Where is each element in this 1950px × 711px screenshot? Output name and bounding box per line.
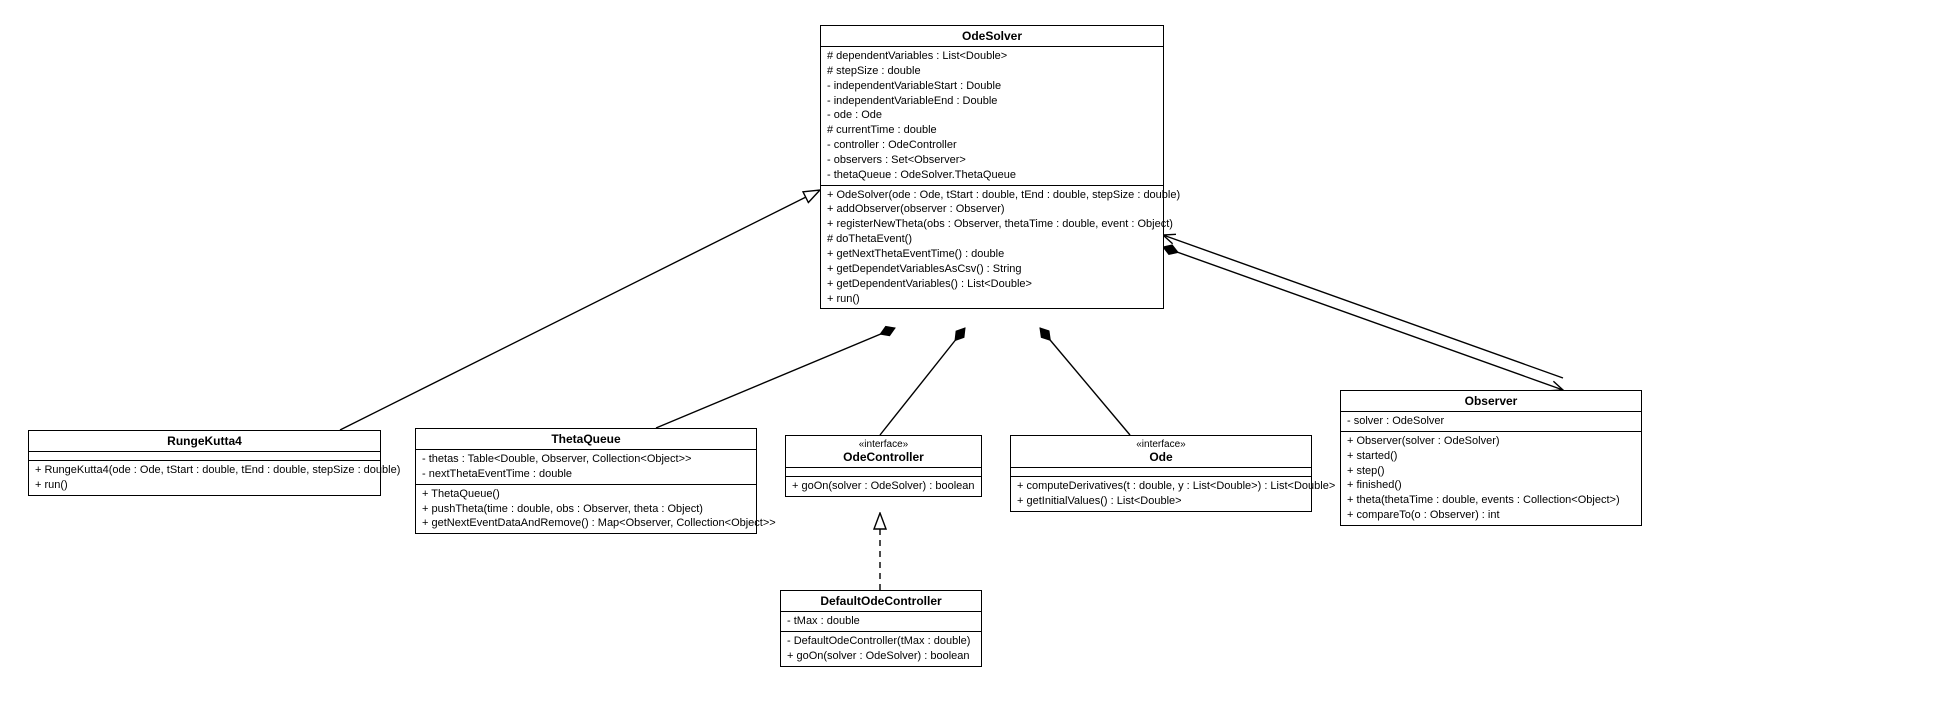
attributes-section: - solver : OdeSolver <box>1341 412 1641 432</box>
attr-row: # currentTime : double <box>827 123 1157 138</box>
edge-rk4-odesolver <box>340 190 820 430</box>
op-row: + step() <box>1347 464 1635 479</box>
op-row: + registerNewTheta(obs : Observer, theta… <box>827 217 1157 232</box>
class-thetaqueue: ThetaQueue - thetas : Table<Double, Obse… <box>415 428 757 534</box>
attributes-section: - thetas : Table<Double, Observer, Colle… <box>416 450 756 485</box>
edge-odesolver-observer <box>1163 247 1563 390</box>
attr-row: - independentVariableEnd : Double <box>827 94 1157 109</box>
attr-row: - thetaQueue : OdeSolver.ThetaQueue <box>827 168 1157 183</box>
class-title: DefaultOdeController <box>781 591 981 612</box>
op-row: # doThetaEvent() <box>827 232 1157 247</box>
op-row: + theta(thetaTime : double, events : Col… <box>1347 493 1635 508</box>
class-odesolver: OdeSolver # dependentVariables : List<Do… <box>820 25 1164 309</box>
attr-row: - ode : Ode <box>827 108 1157 123</box>
op-row: + OdeSolver(ode : Ode, tStart : double, … <box>827 188 1157 203</box>
attr-row: - solver : OdeSolver <box>1347 414 1635 429</box>
op-row: + run() <box>827 292 1157 307</box>
edge-odesolver-thetaqueue <box>656 328 895 428</box>
operations-section: + ThetaQueue() + pushTheta(time : double… <box>416 485 756 534</box>
class-defaultodecontroller: DefaultOdeController - tMax : double - D… <box>780 590 982 667</box>
edge-odesolver-odecontroller <box>880 328 965 435</box>
op-row: + goOn(solver : OdeSolver) : boolean <box>792 479 975 494</box>
class-title: RungeKutta4 <box>29 431 380 452</box>
class-title: ThetaQueue <box>416 429 756 450</box>
operations-section: + Observer(solver : OdeSolver) + started… <box>1341 432 1641 525</box>
op-row: + finished() <box>1347 478 1635 493</box>
op-row: - DefaultOdeController(tMax : double) <box>787 634 975 649</box>
op-row: + ThetaQueue() <box>422 487 750 502</box>
attributes-section: # dependentVariables : List<Double> # st… <box>821 47 1163 186</box>
attr-row: - controller : OdeController <box>827 138 1157 153</box>
class-observer: Observer - solver : OdeSolver + Observer… <box>1340 390 1642 526</box>
operations-section: + RungeKutta4(ode : Ode, tStart : double… <box>29 461 380 495</box>
op-row: + RungeKutta4(ode : Ode, tStart : double… <box>35 463 374 478</box>
op-row: + goOn(solver : OdeSolver) : boolean <box>787 649 975 664</box>
operations-section: + goOn(solver : OdeSolver) : boolean <box>786 477 981 496</box>
operations-section: - DefaultOdeController(tMax : double) + … <box>781 632 981 666</box>
op-row: + Observer(solver : OdeSolver) <box>1347 434 1635 449</box>
attr-row: - tMax : double <box>787 614 975 629</box>
class-ode: «interface» Ode + computeDerivatives(t :… <box>1010 435 1312 512</box>
operations-section: + OdeSolver(ode : Ode, tStart : double, … <box>821 186 1163 309</box>
op-row: + getInitialValues() : List<Double> <box>1017 494 1305 509</box>
stereotype-label: «interface» <box>1019 439 1303 450</box>
attributes-section: - tMax : double <box>781 612 981 632</box>
op-row: + getDependentVariables() : List<Double> <box>827 277 1157 292</box>
class-title: «interface» Ode <box>1011 436 1311 468</box>
class-title: «interface» OdeController <box>786 436 981 468</box>
attributes-section <box>1011 468 1311 477</box>
uml-canvas: OdeSolver # dependentVariables : List<Do… <box>10 10 1950 701</box>
op-row: + addObserver(observer : Observer) <box>827 202 1157 217</box>
attributes-section <box>29 452 380 461</box>
op-row: + getNextThetaEventTime() : double <box>827 247 1157 262</box>
attr-row: - independentVariableStart : Double <box>827 79 1157 94</box>
class-title-text: Ode <box>1149 450 1172 464</box>
class-title: Observer <box>1341 391 1641 412</box>
op-row: + compareTo(o : Observer) : int <box>1347 508 1635 523</box>
op-row: + computeDerivatives(t : double, y : Lis… <box>1017 479 1305 494</box>
stereotype-label: «interface» <box>794 439 973 450</box>
class-title: OdeSolver <box>821 26 1163 47</box>
class-rungekutta4: RungeKutta4 + RungeKutta4(ode : Ode, tSt… <box>28 430 381 496</box>
op-row: + run() <box>35 478 374 493</box>
attr-row: - thetas : Table<Double, Observer, Colle… <box>422 452 750 467</box>
attr-row: # dependentVariables : List<Double> <box>827 49 1157 64</box>
op-row: + getNextEventDataAndRemove() : Map<Obse… <box>422 516 750 531</box>
edge-observer-odesolver <box>1163 235 1563 378</box>
class-odecontroller: «interface» OdeController + goOn(solver … <box>785 435 982 497</box>
attr-row: - nextThetaEventTime : double <box>422 467 750 482</box>
class-title-text: OdeController <box>843 450 924 464</box>
op-row: + getDependetVariablesAsCsv() : String <box>827 262 1157 277</box>
attributes-section <box>786 468 981 477</box>
op-row: + started() <box>1347 449 1635 464</box>
attr-row: - observers : Set<Observer> <box>827 153 1157 168</box>
attr-row: # stepSize : double <box>827 64 1157 79</box>
op-row: + pushTheta(time : double, obs : Observe… <box>422 502 750 517</box>
edge-odesolver-ode <box>1040 328 1130 435</box>
operations-section: + computeDerivatives(t : double, y : Lis… <box>1011 477 1311 511</box>
